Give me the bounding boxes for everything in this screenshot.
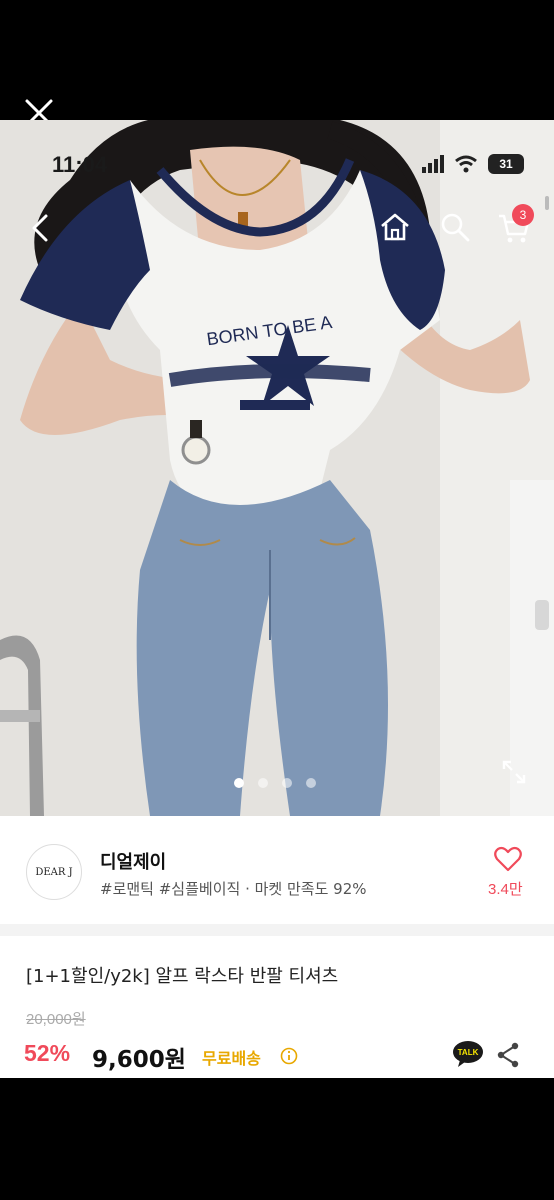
like-count: 3.4만 xyxy=(488,881,523,898)
carousel-indicator xyxy=(234,778,316,788)
back-icon[interactable] xyxy=(26,212,54,244)
top-nav xyxy=(0,206,554,250)
screen: BORN TO BE A 11:04 31 3 DEAR J 디얼제이 #로맨틱… xyxy=(0,0,554,1200)
carousel-dot[interactable] xyxy=(234,778,244,788)
cart-count-badge: 3 xyxy=(512,204,534,226)
store-name[interactable]: 디얼제이 xyxy=(100,848,166,874)
info-icon[interactable] xyxy=(280,1047,298,1065)
signal-icon xyxy=(422,155,444,173)
section-divider xyxy=(0,924,554,936)
discount-rate: 52% xyxy=(24,1040,71,1066)
status-bar: 11:04 31 xyxy=(0,148,554,182)
talk-icon[interactable]: TALK xyxy=(452,1040,484,1068)
store-info[interactable]: DEAR J 디얼제이 #로맨틱 #심플베이직 · 마켓 만족도 92% 3.4… xyxy=(0,816,554,924)
sale-price: 9,600원 xyxy=(92,1047,186,1073)
carousel-dot[interactable] xyxy=(258,778,268,788)
battery-indicator: 31 xyxy=(488,154,524,174)
talk-label: TALK xyxy=(458,1048,479,1057)
store-logo-text: DEAR J xyxy=(35,866,73,878)
status-time: 11:04 xyxy=(52,152,108,177)
scrollbar[interactable] xyxy=(545,196,549,210)
share-icon[interactable] xyxy=(496,1042,520,1068)
home-icon[interactable] xyxy=(378,210,412,244)
search-icon[interactable] xyxy=(438,210,472,244)
product-title: [1+1할인/y2k] 알프 락스타 반팔 티셔츠 xyxy=(26,966,339,987)
expand-icon[interactable] xyxy=(500,758,528,786)
status-icons: 31 xyxy=(422,154,524,174)
store-tags: #로맨틱 #심플베이직 · 마켓 만족도 92% xyxy=(100,880,367,898)
original-price: 20,000원 xyxy=(26,1011,86,1028)
carousel-dot[interactable] xyxy=(306,778,316,788)
bottom-black-area xyxy=(0,1078,554,1200)
heart-icon[interactable] xyxy=(494,846,522,872)
product-info: [1+1할인/y2k] 알프 락스타 반팔 티셔츠 20,000원 52% 9,… xyxy=(0,936,554,1078)
wifi-icon xyxy=(455,155,477,173)
carousel-dot[interactable] xyxy=(282,778,292,788)
store-logo[interactable]: DEAR J xyxy=(26,844,82,900)
free-shipping-label: 무료배송 xyxy=(202,1049,261,1068)
